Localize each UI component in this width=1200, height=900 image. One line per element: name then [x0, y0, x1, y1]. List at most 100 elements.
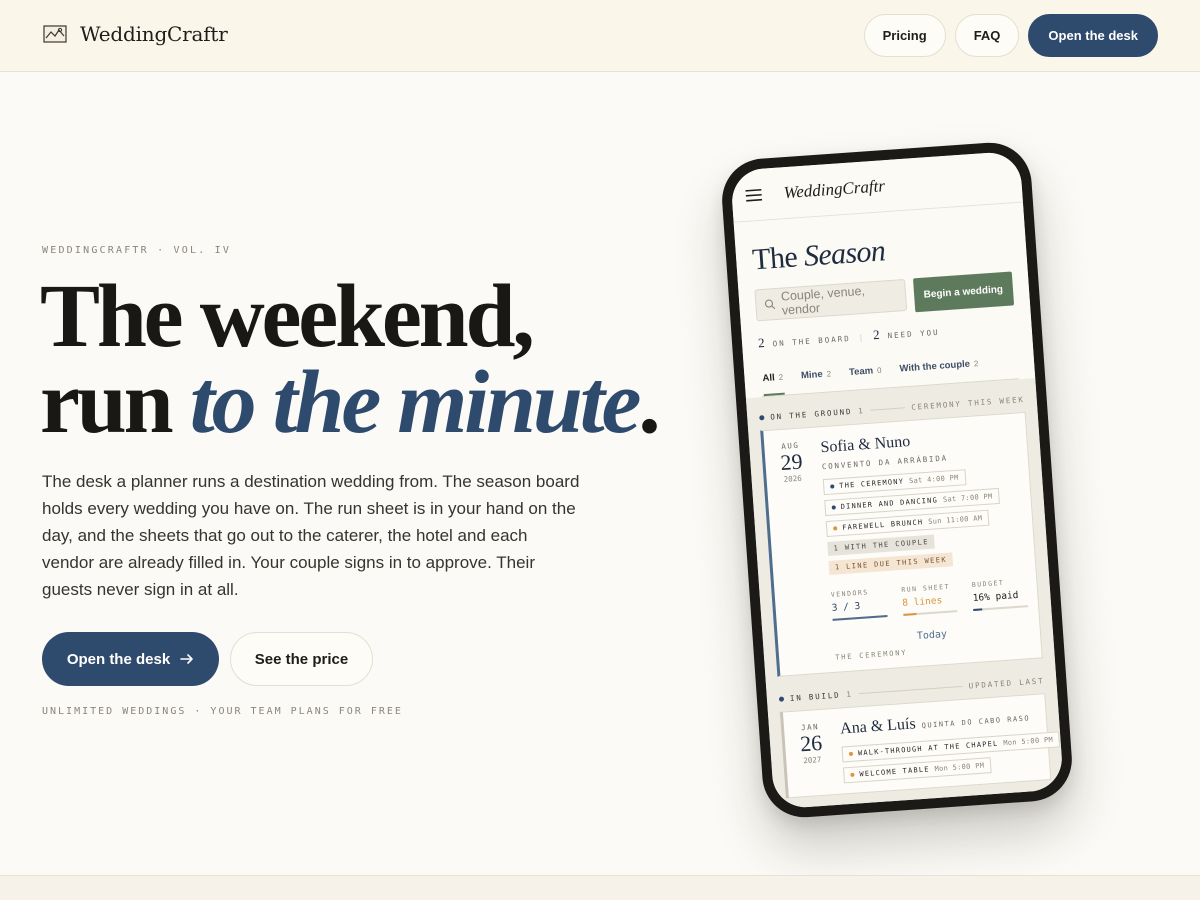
tab-with-couple-count: 2 [973, 359, 979, 369]
stat-value: 8 lines [901, 595, 943, 609]
date-year: 2026 [783, 473, 802, 484]
season-title-plain: The [751, 239, 806, 277]
stat-run-sheet: RUN SHEET 8 lines [901, 582, 958, 616]
group-dot [778, 696, 785, 702]
board-count-label: ON THE BOARD [772, 333, 852, 349]
event-dot [833, 526, 838, 531]
open-desk-nav-button[interactable]: Open the desk [1028, 14, 1158, 57]
wedding-body: Sofia & Nuno CONVENTO DA ARRÁBIDA THE CE… [820, 426, 1031, 662]
season-panel: The Season Couple, venue, vendor Begin a… [733, 202, 1036, 399]
tab-team[interactable]: Team 0 [848, 357, 883, 390]
progress-bar [973, 605, 1029, 611]
event-dot [850, 772, 855, 777]
progress-fill [832, 615, 888, 621]
event-dot [831, 505, 836, 510]
headline-end: . [638, 353, 661, 452]
due-this-week-tag: 1 LINE DUE THIS WEEK [828, 552, 954, 575]
stat-label: RUN SHEET [901, 582, 951, 594]
brand[interactable]: WeddingCraftr [42, 21, 228, 47]
wedding-search-input[interactable]: Couple, venue, vendor [754, 278, 907, 322]
wedding-card[interactable]: AUG 29 2026 Sofia & Nuno CONVENTO DA ARR… [760, 411, 1043, 677]
need-count: 2 [872, 326, 881, 343]
wedding-date: JAN 26 2027 [792, 721, 832, 786]
group-note: UPDATED LAST [968, 676, 1045, 691]
tab-with-couple[interactable]: With the couple 2 [899, 350, 980, 386]
event-name: THE CEREMONY [839, 477, 905, 491]
group-count: 1 [857, 406, 865, 416]
menu-icon[interactable] [745, 188, 763, 202]
venue-name: QUINTA DO CABO RASO [921, 714, 1031, 730]
event-time: Sat 7:00 PM [942, 492, 993, 504]
board-count: 2 [757, 334, 766, 351]
season-title: The Season [751, 226, 1011, 278]
tab-team-count: 0 [876, 365, 882, 376]
faq-link[interactable]: FAQ [954, 14, 1020, 57]
event-time: Sat 4:00 PM [908, 473, 959, 486]
event-dot [848, 751, 854, 757]
phone-frame: WeddingCraftr The Season Couple, venue, … [719, 139, 1075, 821]
progress-bar [903, 610, 958, 616]
event-time: Mon 5:00 PM [934, 761, 985, 774]
need-count-label: NEED YOU [887, 327, 940, 341]
couple-name: Ana & Luís [839, 715, 917, 738]
stat-value: 3 / 3 [831, 600, 861, 614]
headline-accent: to the minute [189, 353, 642, 452]
event-name: FAREWELL BRUNCH [841, 518, 924, 532]
phone-mockup: WeddingCraftr The Season Couple, venue, … [719, 139, 1082, 821]
progress-bar [832, 615, 888, 621]
stat-budget: BUDGET 16% paid [972, 577, 1029, 611]
hero-headline: The weekend, run to the minute. [40, 272, 661, 448]
tab-all[interactable]: All 2 [761, 363, 785, 397]
wedding-date: AUG 29 2026 [772, 440, 823, 665]
group-dot [759, 415, 765, 421]
stat-vendors: VENDORS 3 / 3 [831, 587, 888, 621]
group-count: 1 [846, 689, 854, 700]
top-bar: WeddingCraftr Pricing FAQ Open the desk [0, 0, 1200, 72]
progress-fill [903, 612, 917, 616]
event-chip[interactable]: WELCOME TABLE Mon 5:00 PM [842, 757, 992, 784]
tab-all-count: 2 [778, 372, 784, 382]
hero-cta-row: Open the desk See the price [42, 632, 373, 686]
open-desk-label: Open the desk [66, 650, 171, 668]
arrow-right-icon [180, 654, 193, 664]
group-rule [858, 685, 963, 695]
group-rule [870, 407, 906, 411]
pricing-link[interactable]: Pricing [863, 14, 946, 57]
search-row: Couple, venue, vendor Begin a wedding [754, 271, 1015, 323]
wedding-body: Ana & Luís QUINTA DO CABO RASO WALK-THRO… [840, 707, 1061, 784]
event-name: WALK-THROUGH AT THE CHAPEL [857, 739, 999, 758]
see-price-button[interactable]: See the price [230, 632, 373, 686]
tab-with-couple-label: With the couple [899, 358, 971, 375]
tab-mine-label: Mine [800, 368, 824, 382]
hero-lede: The desk a planner runs a destination we… [42, 472, 580, 599]
brand-name: WeddingCraftr [80, 22, 228, 46]
wedding-card[interactable]: JAN 26 2027 Ana & Luís QUINTA DO CABO RA… [779, 693, 1061, 799]
app-brand: WeddingCraftr [782, 175, 886, 202]
tab-all-label: All [762, 372, 776, 385]
begin-wedding-button[interactable]: Begin a wedding [912, 271, 1015, 313]
stat-value: 16% paid [972, 589, 1019, 604]
group-label: ON THE GROUND [769, 406, 853, 422]
search-placeholder: Couple, venue, vendor [780, 283, 866, 318]
hero-footnote: UNLIMITED WEDDINGS · YOUR TEAM PLANS FOR… [42, 706, 403, 717]
open-desk-button[interactable]: Open the desk [42, 632, 219, 686]
date-year: 2027 [803, 754, 822, 766]
event-name: DINNER AND DANCING [840, 496, 939, 511]
event-time: Mon 5:00 PM [1003, 735, 1054, 748]
next-section-edge [0, 875, 1200, 900]
event-name: WELCOME TABLE [859, 765, 930, 779]
count-separator: | [858, 332, 866, 343]
search-icon [764, 299, 776, 310]
couple-row: Ana & Luís QUINTA DO CABO RASO [840, 707, 1037, 739]
phone-screen: WeddingCraftr The Season Couple, venue, … [730, 150, 1064, 810]
tab-team-label: Team [848, 365, 874, 379]
stat-label: BUDGET [971, 578, 1005, 590]
tab-mine-count: 2 [826, 369, 832, 379]
event-dot [830, 484, 835, 489]
wedding-stats: VENDORS 3 / 3 RUN SHEET 8 lines BUDGET 1… [831, 577, 1029, 621]
season-board: ON THE GROUND 1 CEREMONY THIS WEEK AUG 2… [745, 378, 1064, 810]
top-nav: Pricing FAQ Open the desk [863, 14, 1158, 57]
event-time: Sun 11:00 AM [927, 514, 983, 526]
sketch-logo-icon [43, 25, 67, 43]
tab-mine[interactable]: Mine 2 [800, 360, 832, 393]
